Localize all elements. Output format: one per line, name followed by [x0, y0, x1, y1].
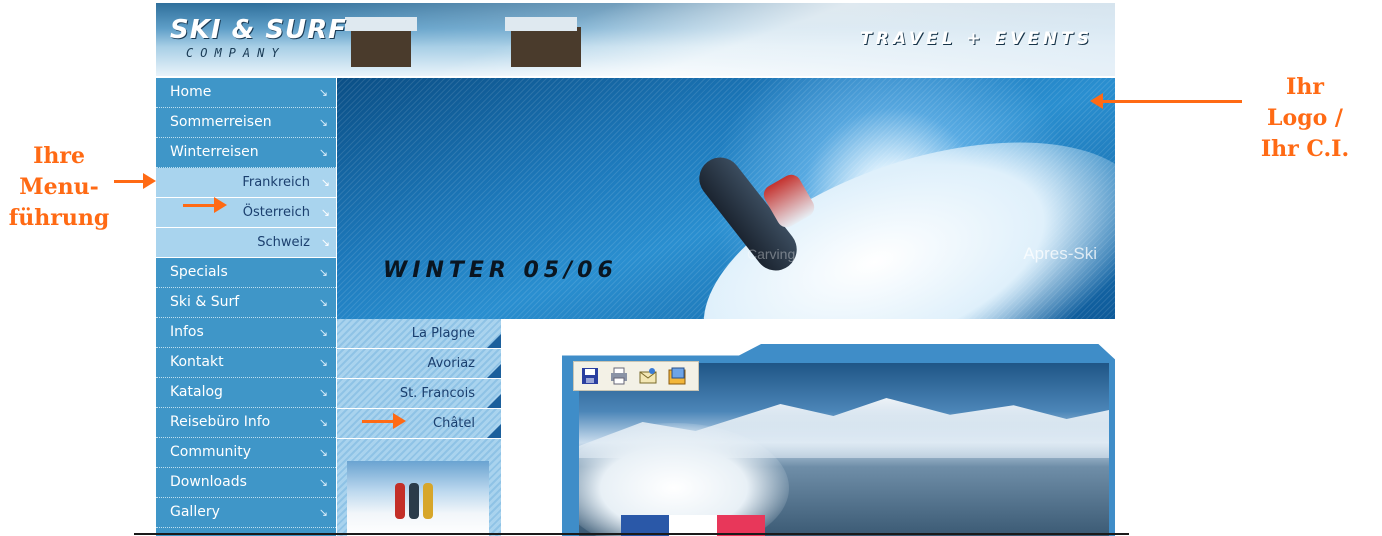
submenu-item-st-francois[interactable]: St. Francois: [337, 379, 501, 409]
save-icon[interactable]: [581, 367, 599, 385]
sidebar-item-label: Frankreich: [242, 175, 310, 190]
site-header: SKI & SURF COMPANY TRAVEL + EVENTS: [156, 3, 1115, 76]
arrow-down-right-icon: ↘: [320, 206, 330, 219]
arrow-down-right-icon: ↘: [318, 266, 328, 279]
sidebar-subitem-schweiz[interactable]: Schweiz ↘: [156, 228, 336, 258]
sidebar-item-label: Schweiz: [257, 235, 310, 250]
email-icon[interactable]: [639, 367, 657, 385]
sidebar-item-label: Sommerreisen: [170, 114, 272, 130]
gallery-icon[interactable]: [668, 367, 686, 385]
sidebar-item-label: Reisebüro Info: [170, 414, 271, 430]
skiers-thumbnail-image[interactable]: [347, 461, 489, 536]
hut-image: [505, 17, 581, 67]
sidebar-item-gallery[interactable]: Gallery ↘: [156, 498, 336, 528]
sidebar-item-label: Home: [170, 84, 212, 100]
submenu-item-label: Avoriaz: [427, 356, 475, 371]
sidebar-item-label: Infos: [170, 324, 204, 340]
annotation-line: Menu-: [19, 174, 99, 200]
annotation-menu: Ihre Menu- führung: [0, 141, 118, 234]
submenu-item-chatel[interactable]: Châtel: [337, 409, 501, 439]
arrow-down-right-icon: ↘: [318, 86, 328, 99]
divider-line: [134, 533, 1129, 535]
sidebar-item-specials[interactable]: Specials ↘: [156, 258, 336, 288]
sidebar-item-home[interactable]: Home ↘: [156, 78, 336, 108]
corner-triangle-icon: [487, 334, 501, 348]
arrow-down-right-icon: ↘: [318, 356, 328, 369]
sidebar-item-label: Katalog: [170, 384, 223, 400]
annotation-arrow: [1090, 93, 1242, 109]
arrow-down-right-icon: ↘: [318, 446, 328, 459]
submenu-item-avoriaz[interactable]: Avoriaz: [337, 349, 501, 379]
sidebar-item-kontakt[interactable]: Kontakt ↘: [156, 348, 336, 378]
hero-word-right: Apres-Ski: [1023, 244, 1097, 263]
annotation-arrow: [183, 197, 227, 213]
arrow-down-right-icon: ↘: [318, 476, 328, 489]
arrow-down-right-icon: ↘: [318, 116, 328, 129]
sidebar-item-winterreisen[interactable]: Winterreisen ↘: [156, 138, 336, 168]
annotation-logo: Ihr Logo / Ihr C.I.: [1235, 72, 1375, 165]
hero-word-left: Carving: [747, 246, 796, 262]
hero-title: WINTER 05/06: [383, 258, 618, 283]
skier-figure: [395, 483, 405, 519]
sidebar-item-label: Downloads: [170, 474, 247, 490]
sidebar-item-community[interactable]: Community ↘: [156, 438, 336, 468]
sidebar-item-ski-surf[interactable]: Ski & Surf ↘: [156, 288, 336, 318]
image-toolbar: [573, 361, 699, 391]
annotation-line: Ihr: [1286, 74, 1324, 100]
sidebar-item-label: Ski & Surf: [170, 294, 240, 310]
annotation-arrow: [114, 173, 156, 189]
sidebar-item-katalog[interactable]: Katalog ↘: [156, 378, 336, 408]
submenu-item-la-plagne[interactable]: La Plagne: [337, 319, 501, 349]
annotation-line: Ihre: [33, 143, 85, 169]
skier-figure: [409, 483, 419, 519]
arrow-down-right-icon: ↘: [318, 146, 328, 159]
submenu-item-label: La Plagne: [411, 326, 475, 341]
sidebar-item-label: Österreich: [242, 205, 310, 220]
arrow-down-right-icon: ↘: [318, 416, 328, 429]
arrow-down-right-icon: ↘: [318, 296, 328, 309]
sidebar-item-sommerreisen[interactable]: Sommerreisen ↘: [156, 108, 336, 138]
site-logo[interactable]: SKI & SURF: [170, 15, 347, 45]
annotation-arrow: [362, 413, 406, 429]
sidebar-item-label: Winterreisen: [170, 144, 259, 160]
arrow-down-right-icon: ↘: [318, 386, 328, 399]
submenu-item-label: Châtel: [433, 416, 475, 431]
annotation-line: führung: [8, 205, 110, 231]
corner-triangle-icon: [487, 364, 501, 378]
sidebar-subitem-frankreich[interactable]: Frankreich ↘: [156, 168, 336, 198]
annotation-line: Ihr C.I.: [1260, 136, 1350, 162]
corner-triangle-icon: [487, 424, 501, 438]
sidebar-menu: Home ↘ Sommerreisen ↘ Winterreisen ↘ Fra…: [156, 78, 336, 536]
arrow-down-right-icon: ↘: [318, 326, 328, 339]
sidebar-item-label: Specials: [170, 264, 228, 280]
arrow-down-right-icon: ↘: [320, 236, 330, 249]
sidebar-item-reisebuero-info[interactable]: Reisebüro Info ↘: [156, 408, 336, 438]
sidebar-item-downloads[interactable]: Downloads ↘: [156, 468, 336, 498]
header-tagline: TRAVEL + EVENTS: [860, 29, 1093, 49]
sidebar-item-label: Gallery: [170, 504, 220, 520]
sidebar-item-label: Kontakt: [170, 354, 224, 370]
hero-banner: Carving Apres-Ski WINTER 05/06: [337, 78, 1115, 319]
corner-triangle-icon: [487, 394, 501, 408]
arrow-down-right-icon: ↘: [318, 506, 328, 519]
resort-submenu: La Plagne Avoriaz St. Francois Châtel: [337, 319, 501, 536]
arrow-down-right-icon: ↘: [320, 176, 330, 189]
print-icon[interactable]: [610, 367, 628, 385]
sidebar-item-label: Community: [170, 444, 252, 460]
hut-image: [345, 17, 417, 67]
sidebar-subitem-oesterreich[interactable]: Österreich ↘: [156, 198, 336, 228]
skier-figure: [423, 483, 433, 519]
sidebar-item-infos[interactable]: Infos ↘: [156, 318, 336, 348]
submenu-item-label: St. Francois: [399, 386, 475, 401]
site-logo-subtitle: COMPANY: [186, 46, 286, 60]
annotation-line: Logo /: [1267, 105, 1343, 131]
